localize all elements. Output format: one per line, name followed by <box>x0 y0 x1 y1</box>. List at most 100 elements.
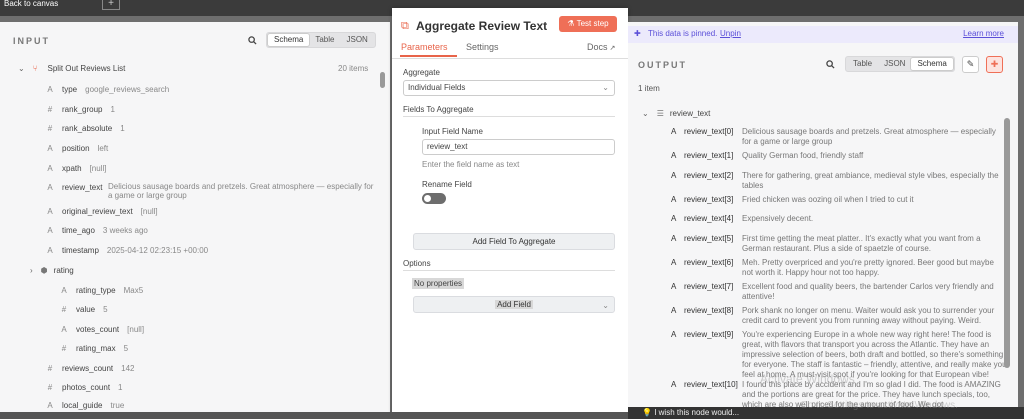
test-step-button[interactable]: ⚗ Test step <box>559 16 617 32</box>
list-item[interactable]: › ⬢ rating <box>30 263 74 277</box>
list-item[interactable]: # photos_count 1 <box>44 380 123 394</box>
search-icon[interactable] <box>826 60 835 69</box>
list-item[interactable]: # rating_max 5 <box>58 341 128 355</box>
input-title: INPUT <box>13 36 50 46</box>
list-item[interactable]: # value 5 <box>58 302 108 316</box>
list-item[interactable]: Atimestamp 2025-04-12 02:23:15 +00:00 <box>44 243 208 257</box>
tab-table[interactable]: Table <box>309 34 340 46</box>
output-item-name[interactable]: review_text[3] <box>684 195 733 204</box>
chevron-down-icon: ⌄ <box>602 83 609 92</box>
tab-schema[interactable]: Schema <box>268 34 310 46</box>
list-item[interactable]: Areview_text <box>44 180 102 194</box>
tab-schema[interactable]: Schema <box>911 58 953 70</box>
output-item-value: Quality German food, friendly staff <box>742 151 864 160</box>
string-type-icon: A <box>671 195 677 204</box>
output-item-name[interactable]: review_text[10] <box>684 380 738 389</box>
string-type-icon: A <box>671 330 677 339</box>
list-item[interactable]: Axpath [null] <box>44 161 106 175</box>
add-icon[interactable]: + <box>102 0 120 10</box>
node-title[interactable]: Aggregate Review Text <box>416 19 547 33</box>
input-field-hint: Enter the field name as text <box>422 160 520 169</box>
chevron-down-icon[interactable]: ⌄ <box>18 64 25 73</box>
string-type-icon: A <box>47 143 53 153</box>
string-type-icon: A <box>671 214 677 223</box>
output-title: OUTPUT <box>638 60 687 70</box>
no-properties-text: No properties <box>412 278 465 289</box>
list-item[interactable]: Atime_ago 3 weeks ago <box>44 223 148 237</box>
output-item-name[interactable]: review_text[7] <box>684 282 733 291</box>
input-scrollbar[interactable] <box>380 72 385 88</box>
output-item-count: 1 item <box>638 84 660 93</box>
rename-field-toggle[interactable] <box>422 193 446 204</box>
output-item-name[interactable]: review_text[1] <box>684 151 733 160</box>
divider <box>403 270 615 271</box>
lightbulb-icon: 💡 <box>642 408 655 417</box>
options-label: Options <box>403 259 431 268</box>
input-node-name: Split Out Reviews List <box>47 63 126 73</box>
input-field-name-input[interactable]: review_text <box>422 139 615 155</box>
string-type-icon: A <box>671 258 677 267</box>
input-item-count: 20 items <box>338 64 369 73</box>
external-link-icon: ↗ <box>607 45 616 52</box>
output-item-name[interactable]: review_text[8] <box>684 306 733 315</box>
learn-more-link[interactable]: Learn more <box>963 29 1004 38</box>
tab-table[interactable]: Table <box>847 58 878 70</box>
input-field-name-label: Input Field Name <box>422 127 483 136</box>
tree-node-header[interactable]: ⌄ ⑂ Split Out Reviews List <box>18 61 125 75</box>
list-item[interactable]: # rank_group 1 <box>44 102 115 116</box>
string-type-icon: A <box>61 285 67 295</box>
divider <box>392 58 628 59</box>
add-field-to-aggregate-button[interactable]: Add Field To Aggregate <box>413 233 615 250</box>
output-item-name[interactable]: review_text[9] <box>684 330 733 339</box>
tab-parameters[interactable]: Parameters <box>401 42 448 52</box>
string-type-icon: A <box>671 127 677 136</box>
list-item[interactable]: Avotes_count [null] <box>58 322 144 336</box>
output-item-value: Delicious sausage boards and pretzels. G… <box>742 127 996 146</box>
docs-link[interactable]: Docs ↗ <box>587 42 615 52</box>
string-type-icon: A <box>61 324 67 334</box>
list-item[interactable]: Aposition left <box>44 141 108 155</box>
output-item-name[interactable]: review_text[6] <box>684 258 733 267</box>
string-type-icon: A <box>671 151 677 160</box>
input-view-toggle: Schema Table JSON <box>266 32 376 48</box>
number-type-icon: # <box>47 123 53 133</box>
list-item[interactable]: # rank_absolute 1 <box>44 121 125 135</box>
search-icon[interactable] <box>248 36 257 45</box>
output-scrollbar[interactable] <box>1004 118 1010 368</box>
aggregate-select[interactable]: Individual Fields ⌄ <box>403 80 615 96</box>
edit-icon[interactable]: ✎ <box>962 56 979 73</box>
chevron-right-icon[interactable]: › <box>30 266 33 275</box>
list-item[interactable]: Arating_type Max5 <box>58 283 143 297</box>
string-type-icon: A <box>47 182 53 192</box>
list-item[interactable]: Aoriginal_review_text [null] <box>44 204 157 218</box>
pin-icon[interactable]: ✚ <box>986 56 1003 73</box>
back-to-canvas-link[interactable]: Back to canvas <box>4 0 58 8</box>
string-type-icon: A <box>671 306 677 315</box>
string-type-icon: A <box>671 171 677 180</box>
unpin-link[interactable]: Unpin <box>720 29 741 38</box>
output-item-name[interactable]: review_text[5] <box>684 234 733 243</box>
output-view-toggle: Table JSON Schema <box>845 56 955 72</box>
list-item[interactable]: # reviews_count 142 <box>44 361 135 375</box>
tab-settings[interactable]: Settings <box>466 42 499 52</box>
output-item-name[interactable]: review_text[4] <box>684 214 733 223</box>
pinned-text: This data is pinned. <box>648 29 718 38</box>
array-type-icon: ☰ <box>656 108 664 118</box>
list-item[interactable]: Alocal_guide true <box>44 398 124 412</box>
panel-edge <box>1018 22 1024 419</box>
add-field-select[interactable]: Add Field ⌄ <box>413 296 615 313</box>
string-type-icon: A <box>47 225 53 235</box>
node-icon: ⑂ <box>32 63 38 73</box>
tab-json[interactable]: JSON <box>340 34 373 46</box>
active-tab-indicator <box>400 55 457 57</box>
string-type-icon: A <box>47 245 53 255</box>
list-item[interactable]: Atype google_reviews_search <box>44 82 169 96</box>
fields-to-aggregate-label: Fields To Aggregate <box>403 105 474 114</box>
string-type-icon: A <box>671 282 677 291</box>
output-item-name[interactable]: review_text[0] <box>684 127 733 136</box>
tree-node-header[interactable]: ⌄ ☰ review_text <box>642 106 710 120</box>
chevron-down-icon[interactable]: ⌄ <box>642 109 649 118</box>
output-item-value: First time getting the meat platter.. It… <box>742 234 981 253</box>
output-item-name[interactable]: review_text[2] <box>684 171 733 180</box>
tab-json[interactable]: JSON <box>878 58 911 70</box>
